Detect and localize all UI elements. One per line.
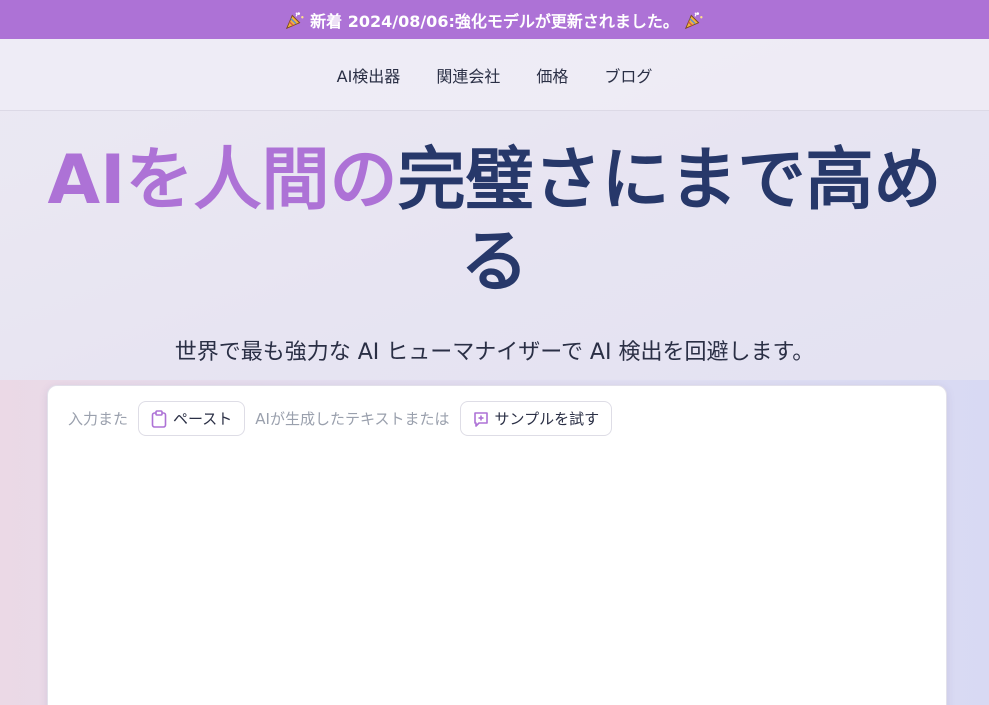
text-editor-card: 入力また ペースト AIが生成したテキストまたは サンプルを試す — [47, 385, 947, 705]
editor-prefix-text: 入力また — [68, 410, 129, 428]
announcement-text: 新着 2024/08/06:強化モデルが更新されました。 — [310, 11, 679, 31]
paste-button[interactable]: ペースト — [138, 401, 246, 436]
nav-item-blog[interactable]: ブログ — [604, 63, 652, 87]
party-popper-icon — [684, 11, 703, 29]
nav-item-ai-detector[interactable]: AI検出器 — [337, 63, 401, 87]
announcement-bar: 新着 2024/08/06:強化モデルが更新されました。 — [0, 0, 989, 39]
editor-toolbar: 入力また ペースト AIが生成したテキストまたは サンプルを試す — [68, 401, 613, 436]
paste-button-label: ペースト — [173, 411, 233, 428]
editor-middle-text: AIが生成したテキストまたは — [255, 410, 450, 428]
nav-item-affiliates[interactable]: 関連会社 — [436, 63, 500, 87]
main-nav: AI検出器 関連会社 価格 ブログ — [0, 39, 989, 111]
clipboard-icon — [151, 409, 167, 428]
hero-title-accent: AIを人間の — [47, 141, 398, 220]
hero-subtitle: 世界で最も強力な AI ヒューマナイザーで AI 検出を回避します。 — [174, 340, 815, 365]
text-input-area[interactable] — [68, 448, 926, 705]
try-sample-button[interactable]: サンプルを試す — [459, 401, 613, 436]
hero-title: AIを人間の完璧さにまで高める — [40, 140, 949, 304]
party-popper-icon — [286, 11, 304, 29]
nav-item-pricing[interactable]: 価格 — [536, 63, 568, 87]
message-plus-icon — [473, 411, 488, 427]
try-sample-button-label: サンプルを試す — [494, 411, 600, 428]
hero-title-rest: 完璧さにまで高める — [397, 141, 942, 302]
